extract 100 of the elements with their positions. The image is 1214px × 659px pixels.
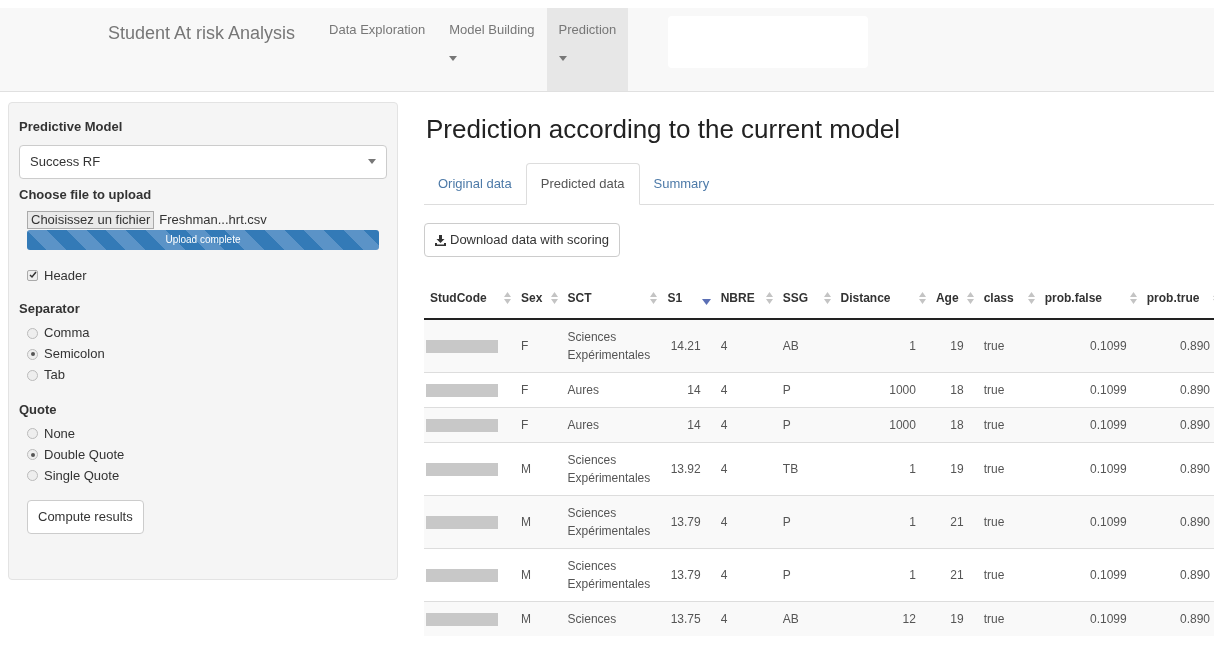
table-cell: 14	[661, 372, 715, 408]
table-cell: M	[515, 548, 562, 602]
table-cell: 0.890	[1140, 319, 1214, 373]
column-header[interactable]: SCT	[561, 277, 662, 319]
tab[interactable]: Original data	[424, 163, 526, 204]
radio-button[interactable]	[27, 348, 38, 360]
table-cell: 1000	[834, 407, 930, 443]
redacted-bar	[426, 612, 498, 626]
table-cell: 0.1099	[1038, 495, 1141, 549]
table-cell: 0.890	[1140, 548, 1214, 602]
compute-results-button[interactable]: Compute results	[27, 500, 144, 534]
table-cell: 4	[714, 495, 777, 549]
table-cell: 0.1099	[1038, 319, 1141, 373]
table-cell: 4	[714, 442, 777, 496]
table-cell: 4	[714, 407, 777, 443]
column-header[interactable]: NBRE	[714, 277, 777, 319]
column-header[interactable]: SSG	[776, 277, 835, 319]
table-cell: Aures	[561, 372, 662, 408]
progress-fill: Upload complete	[27, 229, 379, 250]
radio-button[interactable]	[27, 449, 38, 460]
table-cell: 0.890	[1140, 442, 1214, 496]
table-cell: 0.1099	[1038, 442, 1141, 496]
table-cell: 4	[714, 319, 777, 373]
radio-label: Single Quote	[44, 466, 120, 485]
table-cell: 1000	[834, 372, 930, 408]
table-cell: F	[515, 407, 562, 443]
brand-title[interactable]: Student At risk Analysis	[108, 8, 318, 47]
radio-button[interactable]	[27, 327, 38, 339]
redacted-bar	[426, 339, 498, 353]
column-header[interactable]: Distance	[834, 277, 930, 319]
column-header[interactable]: prob.true	[1140, 277, 1214, 319]
table-cell: 0.890	[1140, 407, 1214, 443]
radio-label: Semicolon	[44, 345, 105, 364]
choose-file-button[interactable]: Choisissez un fichier	[27, 210, 155, 229]
tab[interactable]: Predicted data	[525, 163, 640, 205]
table-cell: 12	[834, 601, 930, 636]
radio-button[interactable]	[27, 428, 38, 439]
field-label: Choose file to upload	[19, 185, 153, 204]
table-cell: 0.1099	[1038, 548, 1141, 602]
table-cell: 18	[929, 407, 978, 443]
column-header[interactable]: class	[977, 277, 1039, 319]
group-title: Quote	[19, 400, 58, 419]
download-icon	[435, 234, 446, 246]
table-cell: 19	[929, 601, 978, 636]
table-cell: M	[515, 442, 562, 496]
table-cell: 13.79	[661, 495, 715, 549]
model-select[interactable]: Success RF	[19, 144, 387, 179]
table-cell: 19	[929, 319, 978, 373]
radio-label: Comma	[44, 324, 90, 343]
radio-button[interactable]	[27, 369, 38, 381]
nav-item[interactable]: Model Building	[437, 8, 547, 91]
column-header[interactable]: Sex	[515, 277, 562, 319]
column-header[interactable]: StudCode	[424, 277, 515, 319]
redacted-bar	[426, 383, 498, 397]
download-button[interactable]: Download data with scoring	[424, 223, 620, 257]
file-name: Freshman...hrt.csv	[159, 211, 267, 229]
redacted-bar	[426, 462, 498, 476]
caret-icon	[368, 159, 376, 164]
redacted-bar	[426, 568, 498, 582]
caret-icon	[449, 55, 458, 61]
table-cell: P	[776, 495, 835, 549]
column-header[interactable]: Age	[929, 277, 978, 319]
table-cell: 1	[834, 319, 930, 373]
table-cell: 1	[834, 495, 930, 549]
tab[interactable]: Summary	[639, 163, 724, 204]
table-cell: Sciences Expérimentales	[561, 548, 662, 602]
table-cell: Aures	[561, 407, 662, 443]
table-cell: AB	[776, 601, 835, 636]
table-cell: Sciences	[561, 601, 662, 636]
radio-label: Tab	[44, 366, 65, 385]
table-cell: 4	[714, 372, 777, 408]
table-cell: 4	[714, 548, 777, 602]
nav-item[interactable]: Data Exploration	[317, 8, 438, 91]
table-cell: 21	[929, 495, 978, 549]
table-cell: 13.75	[661, 601, 715, 636]
table-cell: M	[515, 601, 562, 636]
table-cell: Sciences Expérimentales	[561, 319, 662, 373]
table-cell: TB	[776, 442, 835, 496]
column-header[interactable]: prob.false	[1038, 277, 1141, 319]
radio-button[interactable]	[27, 470, 38, 481]
table-cell: 0.1099	[1038, 601, 1141, 636]
table-cell: 0.890	[1140, 495, 1214, 549]
table-cell: M	[515, 495, 562, 549]
caret-icon	[558, 55, 567, 61]
nav-item[interactable]: Prediction	[546, 8, 629, 91]
table-cell: 0.1099	[1038, 372, 1141, 408]
table-cell: P	[776, 372, 835, 408]
table-cell: true	[977, 601, 1039, 636]
table-cell: 14	[661, 407, 715, 443]
table-cell: true	[977, 372, 1039, 408]
table-cell: P	[776, 407, 835, 443]
table-cell: 13.92	[661, 442, 715, 496]
checkbox[interactable]	[27, 269, 38, 281]
table-cell: 0.1099	[1038, 407, 1141, 443]
table-cell: 21	[929, 548, 978, 602]
radio-label: Double Quote	[44, 445, 125, 464]
field-label: Predictive Model	[19, 118, 124, 136]
table-cell: F	[515, 372, 562, 408]
table-cell: F	[515, 319, 562, 373]
column-header[interactable]: S1	[661, 277, 715, 319]
